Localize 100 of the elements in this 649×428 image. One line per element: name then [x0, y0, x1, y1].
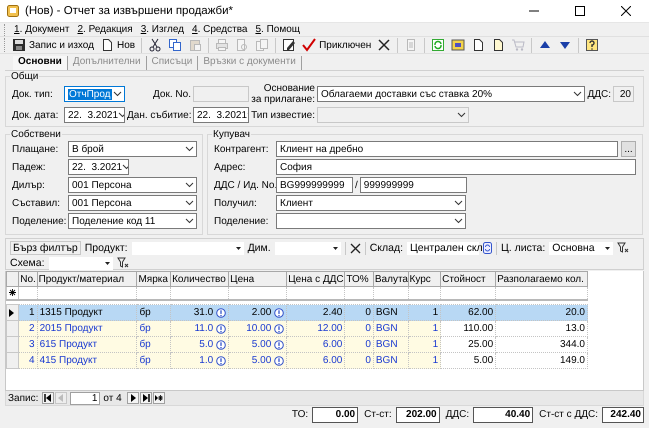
- record-number-field[interactable]: 1: [70, 392, 100, 404]
- total-field: 0.00: [312, 406, 358, 422]
- column-header[interactable]: Цена: [228, 272, 287, 286]
- dropdown[interactable]: В брой: [68, 141, 197, 157]
- cell-value: 10.00: [246, 323, 272, 334]
- alert-icon: [274, 308, 284, 318]
- chevron-down-icon: [573, 91, 582, 97]
- dropdown[interactable]: [276, 213, 466, 229]
- table-cell: 12.00: [286, 320, 345, 336]
- column-header[interactable]: Мярка: [136, 272, 171, 286]
- table-cell: 6.00: [286, 336, 345, 352]
- last-record-button[interactable]: [140, 392, 152, 404]
- chevron-down-icon: [454, 218, 463, 224]
- field-label: Док. дата:: [12, 110, 60, 120]
- alert-icon: [216, 340, 226, 350]
- table-cell: 1315 Продукт: [37, 304, 137, 320]
- window-icon: [451, 38, 466, 52]
- filter-icon: [116, 257, 129, 269]
- window-title: (Нов) - Отчет за извършени продажби*: [25, 5, 234, 17]
- date-picker[interactable]: 22. 3.2021: [68, 159, 129, 175]
- table-row[interactable]: 2 2015 Продукт бр 11.0 10.00 12.00 0 BGN 1 110.00 13.0: [6, 320, 588, 336]
- dropdown[interactable]: Облагаеми доставки със ставка 20%: [317, 86, 585, 102]
- toolbar-button[interactable]: Нов: [96, 37, 138, 53]
- date-picker[interactable]: 22. 3.2021: [64, 107, 125, 123]
- text-field[interactable]: София: [276, 159, 636, 175]
- total-label: Ст-ст:: [364, 409, 392, 420]
- chevron-down-icon: [454, 200, 463, 206]
- table-cell: 1: [408, 304, 441, 320]
- first-record-button[interactable]: [42, 392, 54, 404]
- filter-label: Склад:: [370, 242, 403, 254]
- new-row-icon: [9, 289, 16, 296]
- column-header[interactable]: Количество: [170, 272, 229, 286]
- column-header[interactable]: Цена с ДДС: [286, 272, 345, 286]
- previous-record-icon: [57, 394, 66, 402]
- filter-label: Дим.: [248, 242, 271, 254]
- alert-icon: [274, 324, 284, 334]
- browse-button[interactable]: ...: [621, 141, 636, 157]
- table-cell: 149.0: [496, 352, 588, 368]
- table-cell: 0: [344, 352, 374, 368]
- column-header[interactable]: Курс: [408, 272, 441, 286]
- date-picker[interactable]: 22. 3.2021: [193, 107, 249, 123]
- column-header[interactable]: ТО%: [344, 272, 374, 286]
- menu-item[interactable]: 4. Средства: [188, 24, 252, 35]
- menu-item[interactable]: 3. Изглед: [136, 24, 188, 35]
- toolbar-button[interactable]: Приключен: [299, 37, 374, 53]
- quick-filter-button[interactable]: Бърз филтър: [10, 241, 81, 255]
- text-field[interactable]: BG999999999: [276, 177, 353, 193]
- column-header[interactable]: Стойност: [440, 272, 496, 286]
- table-row[interactable]: 1 1315 Продукт бр 31.0 2.00 2.40 0 BGN 1 62.00 20.0: [6, 304, 588, 320]
- dropdown[interactable]: Основна: [549, 242, 614, 254]
- field-label: Дан. събитие:: [127, 110, 191, 120]
- last-record-icon: [142, 394, 150, 402]
- field-label: ДДС / Ид. No.: [214, 180, 274, 190]
- menu-item[interactable]: 2. Редакция: [73, 24, 137, 35]
- total-label: ДДС:: [446, 409, 470, 420]
- cell-value: 2.00: [252, 307, 272, 318]
- dropdown[interactable]: ОтчПрод: [64, 86, 125, 102]
- field-label: Основание за прилагане:: [251, 83, 315, 105]
- alert-icon: [274, 356, 284, 366]
- total-field: 202.00: [396, 406, 440, 422]
- new-record-button[interactable]: [152, 392, 165, 404]
- dropdown[interactable]: Поделение код 11: [68, 213, 197, 229]
- table-cell: 2015 Продукт: [37, 320, 137, 336]
- dropdown-arrow-icon: [605, 246, 610, 250]
- dropdown[interactable]: Клиент: [276, 195, 466, 211]
- table-row[interactable]: 4 415 Продукт бр 1.0 5.00 6.00 0 BGN 1 5.00 149.0: [6, 352, 588, 368]
- table-cell: 0: [344, 336, 374, 352]
- text-field[interactable]: Клиент на дребно: [276, 141, 618, 157]
- field-label: Плащане:: [12, 144, 60, 154]
- separator-text: /: [355, 180, 358, 190]
- menu-item[interactable]: 1. Документ: [10, 24, 74, 35]
- clear-filter-icon: [350, 242, 361, 254]
- chevron-down-icon: [113, 91, 122, 97]
- chevron-down-icon: [185, 182, 194, 188]
- table-cell: BGN: [373, 352, 408, 368]
- group-title: Собствени: [10, 129, 62, 140]
- next-record-icon: [128, 394, 137, 402]
- column-header[interactable]: No.: [18, 272, 38, 286]
- text-field[interactable]: 999999999: [360, 177, 467, 193]
- column-header[interactable]: Валута: [373, 272, 408, 286]
- record-label: Запис:: [8, 392, 38, 404]
- total-field: 242.40: [602, 406, 644, 422]
- dropdown[interactable]: 001 Персона: [68, 177, 197, 193]
- check-icon: [302, 38, 316, 52]
- document-icon: [491, 38, 506, 52]
- document-icon: [255, 38, 270, 52]
- column-header[interactable]: Разполагаемо кол.: [496, 272, 588, 286]
- table-row[interactable]: 3 615 Продукт бр 5.0 5.00 6.00 0 BGN 1 25.00 344.0: [6, 336, 588, 352]
- table-cell: 110.00: [440, 320, 496, 336]
- toolbar-button[interactable]: Запис и изход: [9, 37, 97, 53]
- next-record-button[interactable]: [126, 392, 139, 404]
- table-cell: BGN: [373, 320, 408, 336]
- group-title: Купувач: [212, 129, 251, 140]
- field-label: Док. тип:: [12, 88, 54, 100]
- chevron-down-icon: [457, 112, 466, 118]
- column-header[interactable]: Продукт/материал: [37, 272, 137, 286]
- dropdown[interactable]: 001 Персона: [68, 195, 197, 211]
- first-record-icon: [44, 394, 52, 402]
- menu-item[interactable]: 5. Помощ: [251, 24, 304, 35]
- tab[interactable]: Основни: [13, 56, 68, 70]
